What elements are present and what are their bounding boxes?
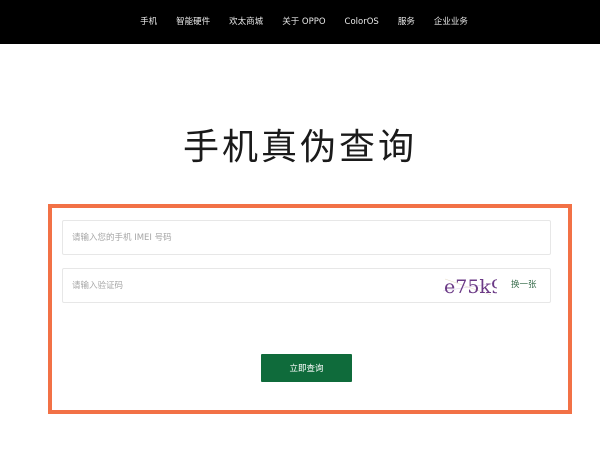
nav-list: 手机 智能硬件 欢太商城 关于 OPPO ColorOS 服务 企业业务 bbox=[140, 18, 468, 27]
nav-item-phones[interactable]: 手机 bbox=[140, 18, 157, 27]
imei-input[interactable] bbox=[72, 221, 412, 254]
top-navigation-bar: 手机 智能硬件 欢太商城 关于 OPPO ColorOS 服务 企业业务 bbox=[0, 0, 600, 44]
nav-item-about-oppo[interactable]: 关于 OPPO bbox=[282, 18, 325, 27]
nav-item-smart-hardware[interactable]: 智能硬件 bbox=[176, 18, 210, 27]
refresh-captcha-link[interactable]: 换一张 bbox=[511, 269, 537, 302]
nav-item-enterprise[interactable]: 企业业务 bbox=[434, 18, 468, 27]
nav-item-service[interactable]: 服务 bbox=[398, 18, 415, 27]
captcha-image[interactable]: e75k9 bbox=[441, 273, 497, 299]
captcha-field-container: e75k9 换一张 bbox=[62, 268, 551, 303]
captcha-code: e75k9 bbox=[444, 276, 497, 298]
imei-field-container bbox=[62, 220, 551, 255]
nav-item-store[interactable]: 欢太商城 bbox=[229, 18, 263, 27]
captcha-input[interactable] bbox=[72, 269, 412, 302]
submit-button[interactable]: 立即查询 bbox=[261, 354, 352, 382]
nav-item-coloros[interactable]: ColorOS bbox=[345, 18, 379, 27]
page-title: 手机真伪查询 bbox=[182, 127, 417, 168]
